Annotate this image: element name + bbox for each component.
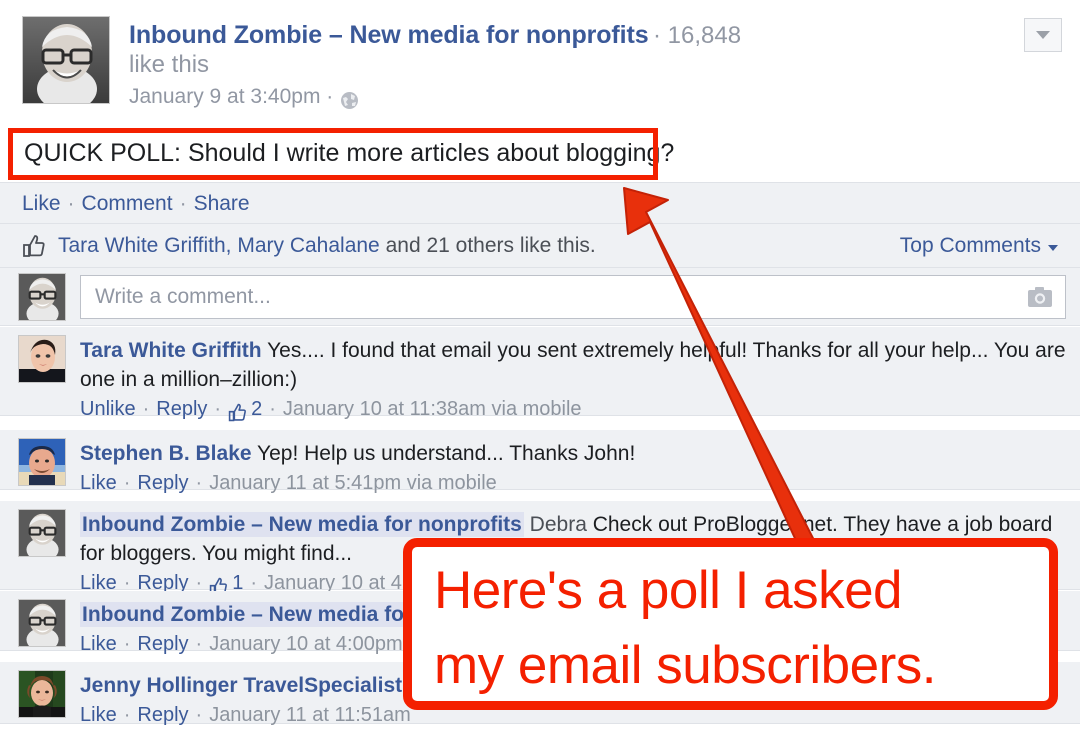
comment-reply-target: Debra	[523, 513, 587, 536]
avatar-commenter[interactable]	[18, 335, 66, 383]
separator: ·	[214, 398, 222, 420]
commenter-name-mention[interactable]: Inbound Zombie – New media fo...	[80, 602, 424, 627]
page-name-link[interactable]: Inbound Zombie – New media for nonprofit…	[129, 21, 649, 49]
post-timestamp-row: January 9 at 3:40pm ·	[129, 82, 1066, 112]
separator: ·	[269, 398, 276, 420]
comment-meta: Unlike · Reply · 2 · January 10 at 11:38…	[80, 395, 1066, 423]
post-comment-button[interactable]: Comment	[82, 193, 173, 214]
page-like-count: · 16,848	[652, 22, 742, 49]
globe-icon	[340, 89, 359, 109]
comment-reply-button[interactable]: Reply	[137, 701, 188, 729]
post-message: QUICK POLL: Should I write more articles…	[24, 139, 675, 167]
comment-meta: Like · Reply · January 11 at 5:41pm via …	[80, 469, 1066, 497]
comment-body: Stephen B. Blake Yep! Help us understand…	[80, 438, 1066, 494]
separator: ·	[123, 633, 131, 655]
post-header-text: Inbound Zombie – New media for nonprofit…	[129, 16, 1066, 112]
comment-reply-button[interactable]: Reply	[156, 395, 207, 423]
avatar-current-user[interactable]	[18, 272, 66, 321]
commenter-name[interactable]: Stephen B. Blake	[80, 442, 252, 465]
comment-sort-label: Top Comments	[899, 233, 1041, 257]
post-like-button[interactable]: Like	[22, 193, 61, 214]
likes-rest: and 21 others like this.	[379, 233, 596, 257]
commenter-name[interactable]: Tara White Griffith	[80, 339, 262, 362]
likes-summary: Tara White Griffith, Mary Cahalane and 2…	[22, 234, 596, 258]
comment-timestamp[interactable]: January 11 at 5:41pm via mobile	[209, 469, 497, 497]
commenter-name-mention[interactable]: Inbound Zombie – New media for nonprofit…	[80, 512, 524, 537]
comment-row: Tara White Griffith Yes.... I found that…	[0, 327, 1080, 421]
post-menu-button[interactable]	[1024, 18, 1062, 52]
comment-timestamp[interactable]: January 11 at 11:51am	[209, 701, 411, 729]
annotation-line-2: my email subscribers.	[434, 636, 936, 695]
comment-like-button[interactable]: Unlike	[80, 395, 136, 423]
thumbs-up-icon	[22, 234, 46, 258]
likes-bar: Tara White Griffith, Mary Cahalane and 2…	[0, 224, 1080, 268]
comment-message: Yep! Help us understand... Thanks John!	[251, 442, 636, 465]
comment-input[interactable]: Write a comment...	[80, 274, 1066, 319]
annotation-callout: Here's a poll I asked my email subscribe…	[403, 538, 1058, 710]
avatar-page[interactable]	[22, 16, 110, 104]
comment-text: Stephen B. Blake Yep! Help us understand…	[80, 439, 1066, 468]
separator: ·	[123, 704, 131, 726]
separator: ·	[142, 398, 150, 420]
comment-timestamp[interactable]: January 10 at 11:38am via mobile	[283, 395, 582, 423]
post-share-button[interactable]: Share	[194, 193, 250, 214]
commenter-name[interactable]: Jenny Hollinger TravelSpecialist	[80, 674, 402, 697]
comment-timestamp[interactable]: January 10 at 4:00pm	[209, 630, 402, 658]
comment-row: Stephen B. Blake Yep! Help us understand…	[0, 430, 1080, 494]
annotation-line-1: Here's a poll I asked	[434, 561, 903, 620]
chevron-down-icon	[1048, 244, 1058, 251]
liker-names[interactable]: Tara White Griffith, Mary Cahalane	[58, 234, 380, 257]
comment-sort-dropdown[interactable]: Top Comments	[900, 234, 1058, 258]
separator: ·	[67, 191, 75, 215]
comment-body: Tara White Griffith Yes.... I found that…	[80, 335, 1066, 421]
camera-icon[interactable]	[1027, 286, 1053, 308]
likes-text: Tara White Griffith, Mary Cahalane and 2…	[58, 234, 596, 258]
comment-like-button[interactable]: Like	[80, 469, 117, 497]
separator: ·	[195, 472, 203, 494]
avatar-commenter[interactable]	[18, 509, 66, 557]
comment-input-placeholder: Write a comment...	[95, 284, 271, 308]
avatar-commenter[interactable]	[18, 438, 66, 486]
comment-composer: Write a comment...	[0, 268, 1080, 326]
post-message-row: QUICK POLL: Should I write more articles…	[0, 122, 1080, 182]
comment-like-button[interactable]: Like	[80, 701, 117, 729]
separator: ·	[195, 704, 203, 726]
comment-like-count: 2	[251, 398, 263, 420]
thumbs-up-icon	[228, 402, 247, 421]
avatar-commenter[interactable]	[18, 670, 66, 718]
comment-reply-button[interactable]: Reply	[137, 469, 188, 497]
comment-reply-button[interactable]: Reply	[137, 630, 188, 658]
facebook-post-screenshot: Inbound Zombie – New media for nonprofit…	[0, 0, 1080, 734]
separator: ·	[179, 191, 187, 215]
comment-text: Tara White Griffith Yes.... I found that…	[80, 336, 1066, 394]
post-header: Inbound Zombie – New media for nonprofit…	[0, 0, 1080, 122]
comment-like-button[interactable]: Like	[80, 630, 117, 658]
chevron-down-icon	[1036, 31, 1050, 39]
separator: ·	[195, 633, 203, 655]
avatar-commenter[interactable]	[18, 599, 66, 647]
separator: ·	[123, 472, 131, 494]
page-like-this-label: like this	[129, 51, 210, 78]
post-action-bar: Like · Comment · Share	[0, 182, 1080, 224]
post-timestamp[interactable]: January 9 at 3:40pm ·	[129, 82, 333, 112]
